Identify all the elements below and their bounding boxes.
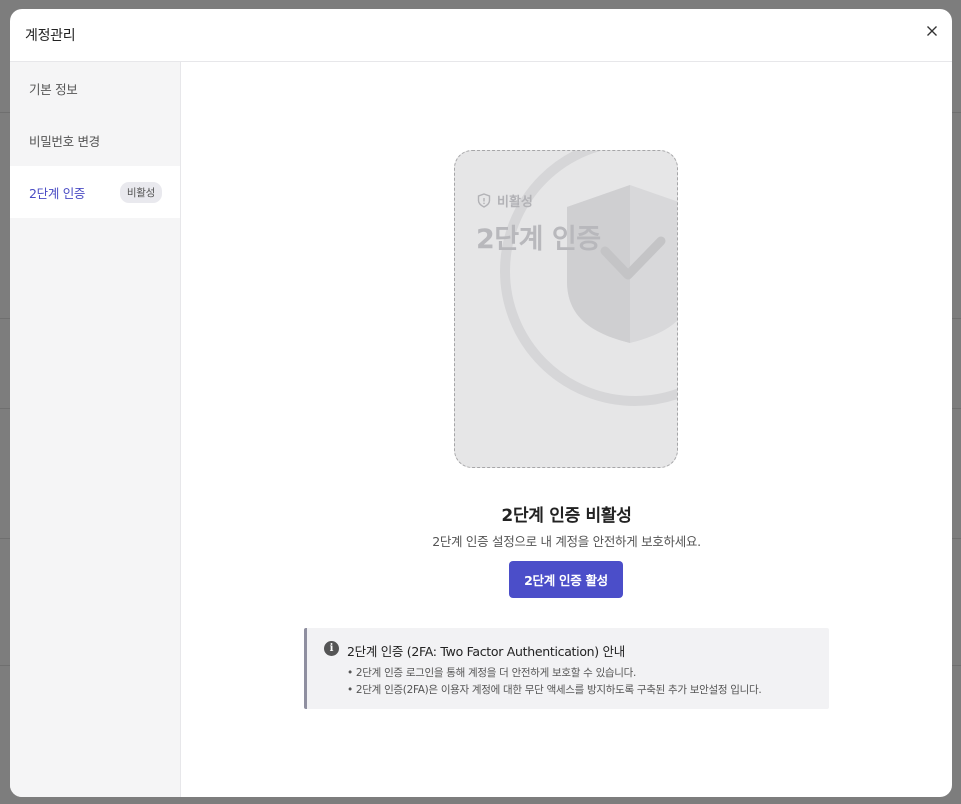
modal-header: 계정관리 xyxy=(10,9,952,62)
two-factor-auth-panel: 비활성 2단계 인증 2단계 인증 비활성 2단계 인증 설정으로 내 계정을 … xyxy=(181,62,952,797)
sidebar-item-label: 기본 정보 xyxy=(29,81,78,97)
close-button[interactable] xyxy=(924,23,940,39)
status-description: 2단계 인증 설정으로 내 계정을 안전하게 보호하세요. xyxy=(432,534,701,549)
sidebar-item-label: 2단계 인증 xyxy=(29,185,86,201)
info-notice: i 2단계 인증 (2FA: Two Factor Authentication… xyxy=(304,628,829,709)
sidebar-item-basic-info[interactable]: 기본 정보 xyxy=(10,62,180,114)
close-icon xyxy=(927,26,937,36)
sidebar-item-label: 비밀번호 변경 xyxy=(29,133,100,149)
shield-icon xyxy=(477,193,491,208)
sidebar-item-two-factor-auth[interactable]: 2단계 인증 비활성 xyxy=(10,166,180,218)
info-line: • 2단계 인증(2FA)은 이용자 계정에 대한 무단 액세스를 방지하도록 … xyxy=(347,684,762,696)
info-title: 2단계 인증 (2FA: Two Factor Authentication) … xyxy=(347,644,625,659)
account-management-modal: 계정관리 기본 정보 비밀번호 변경 2단계 인증 비활성 비활성 2단계 인증… xyxy=(10,9,952,797)
card-title: 2단계 인증 xyxy=(476,224,601,255)
activate-two-factor-button[interactable]: 2단계 인증 활성 xyxy=(509,561,623,598)
card-status-label: 비활성 xyxy=(497,195,533,210)
two-factor-status-card: 비활성 2단계 인증 xyxy=(454,150,678,468)
info-line: • 2단계 인증 로그인을 통해 계정을 더 안전하게 보호할 수 있습니다. xyxy=(347,667,637,679)
status-title: 2단계 인증 비활성 xyxy=(501,506,632,526)
status-badge: 비활성 xyxy=(119,181,162,203)
info-icon: i xyxy=(324,641,339,656)
card-status: 비활성 xyxy=(477,191,533,210)
settings-sidebar: 기본 정보 비밀번호 변경 2단계 인증 비활성 xyxy=(10,62,181,797)
modal-title: 계정관리 xyxy=(25,28,76,44)
sidebar-item-change-password[interactable]: 비밀번호 변경 xyxy=(10,114,180,166)
